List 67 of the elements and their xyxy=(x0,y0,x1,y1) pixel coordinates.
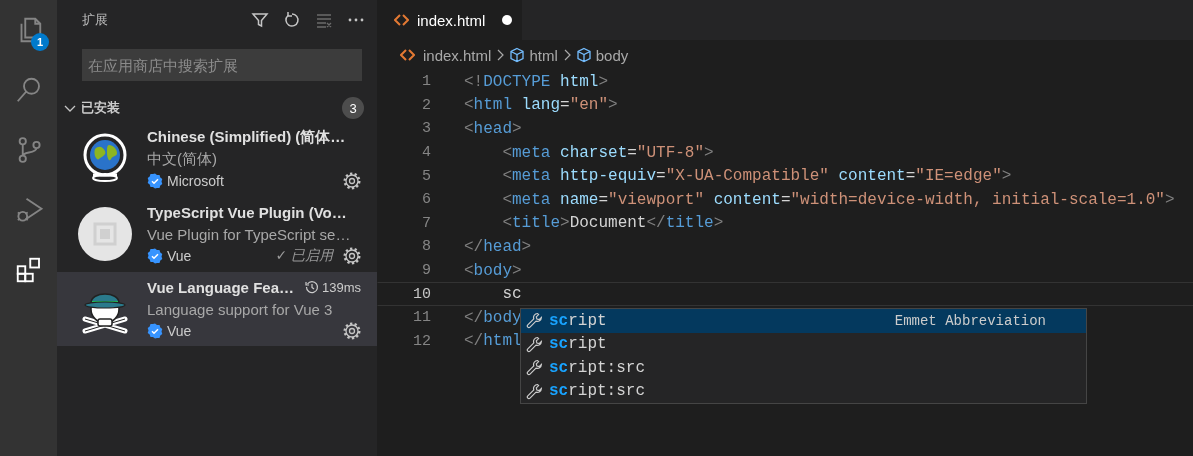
activation-time: 139ms xyxy=(321,279,361,295)
panel-title: 扩展 xyxy=(82,11,109,29)
code-line: <meta http-equiv="X-UA-Compatible" content="IE=edge"> xyxy=(501,167,1012,186)
suggestion-item[interactable]: script:src xyxy=(521,356,1086,380)
line-number: 11 xyxy=(412,309,431,327)
publisher-name: Vue xyxy=(167,323,193,339)
wrench-icon xyxy=(526,335,543,353)
extension-item[interactable]: TypeScript Vue Plugin (Vo… Vue Plugin for TypeScript se… Vue ✓ 已启用 xyxy=(57,197,377,271)
breadcrumb-item[interactable]: body xyxy=(575,46,629,64)
line-number: 8 xyxy=(421,238,431,256)
code-line: <!DOCTYPE html> xyxy=(464,72,609,91)
code-line: </head> xyxy=(464,237,532,256)
gear-icon[interactable] xyxy=(343,247,361,265)
plugin-icon xyxy=(77,206,133,262)
code-line: <title>Document</title> xyxy=(501,214,724,233)
filter-icon[interactable] xyxy=(251,11,269,29)
publisher-name: Microsoft xyxy=(167,173,225,189)
code-line: <meta name="viewport" content="width=device-width, initial-scale=1.0"> xyxy=(501,190,1175,209)
line-number: 4 xyxy=(421,144,431,162)
gear-icon[interactable] xyxy=(343,172,361,190)
extension-name: TypeScript Vue Plugin (Vo… xyxy=(147,203,348,221)
breadcrumb-item[interactable]: html xyxy=(509,46,558,64)
line-number: 5 xyxy=(421,167,431,185)
wrench-icon xyxy=(526,359,543,377)
code-file-icon xyxy=(400,48,415,62)
line-number: 2 xyxy=(421,96,431,114)
notification-badge: 1 xyxy=(31,33,49,51)
code-line: <html lang="en"> xyxy=(464,96,618,115)
gear-icon[interactable] xyxy=(343,322,361,340)
section-title[interactable]: 已安装 xyxy=(81,99,342,117)
suggestion-detail: Emmet Abbreviation xyxy=(894,312,1046,329)
cube-icon xyxy=(575,47,592,63)
code-file-icon xyxy=(394,13,409,27)
line-number: 1 xyxy=(421,73,431,91)
publisher-name: Vue xyxy=(167,248,193,264)
extension-description: 中文(简体) xyxy=(147,149,217,169)
history-icon xyxy=(304,280,319,294)
refresh-icon[interactable] xyxy=(283,11,301,29)
extension-name: Vue Language Fea… xyxy=(147,278,295,296)
line-number: 7 xyxy=(421,214,431,232)
line-number: 6 xyxy=(421,191,431,209)
suggestion-item[interactable]: script Emmet Abbreviation xyxy=(521,309,1086,333)
wrench-icon xyxy=(526,312,543,330)
breadcrumb-item[interactable]: index.html xyxy=(400,46,492,64)
suggestion-item[interactable]: script:src xyxy=(521,379,1086,403)
count-badge: 3 xyxy=(342,97,364,119)
code-line: </body xyxy=(464,308,522,327)
status-label: ✓ 已启用 xyxy=(275,247,333,265)
cube-icon xyxy=(509,47,526,63)
extension-item[interactable]: Chinese (Simplified) (简体… 中文(简体) Microsoft xyxy=(57,122,377,196)
extension-name: Chinese (Simplified) (简体… xyxy=(147,127,347,147)
suggestion-item[interactable]: script xyxy=(521,332,1086,356)
line-number: 10 xyxy=(412,285,431,303)
code-line: </html xyxy=(464,332,522,351)
code-line: <head> xyxy=(464,120,522,138)
line-number: 12 xyxy=(412,332,431,350)
code-line: sc xyxy=(501,285,522,304)
extension-item[interactable]: Vue Language Fea… 139ms Language support for Vue 3 Vue xyxy=(57,272,377,346)
code-line: <meta charset="UTF-8"> xyxy=(501,143,714,162)
editor-tab[interactable]: index.html xyxy=(377,0,522,40)
line-number: 3 xyxy=(421,120,431,138)
extension-description: Vue Plugin for TypeScript se… xyxy=(147,225,351,243)
search-field[interactable]: 在应用商店中搜索扩展 xyxy=(82,49,362,81)
code-line: <body> xyxy=(464,261,522,280)
extension-description: Language support for Vue 3 xyxy=(147,300,333,318)
line-number: 9 xyxy=(421,262,431,280)
wrench-icon xyxy=(526,382,543,400)
